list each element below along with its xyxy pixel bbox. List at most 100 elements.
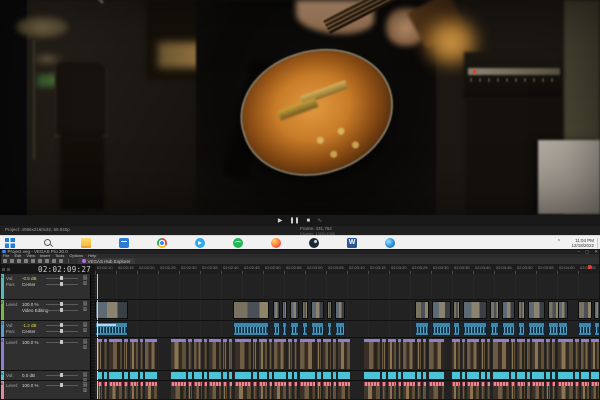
play-button[interactable]: ▶ bbox=[278, 218, 283, 224]
video-event[interactable] bbox=[398, 382, 401, 399]
audio-event[interactable] bbox=[518, 322, 525, 336]
video-event[interactable] bbox=[223, 339, 227, 369]
stop-button[interactable]: ■ bbox=[307, 218, 311, 224]
audio-event[interactable] bbox=[317, 372, 321, 379]
video-event[interactable] bbox=[487, 339, 490, 369]
audio-event[interactable] bbox=[171, 372, 186, 379]
audio-event[interactable] bbox=[575, 372, 579, 379]
audio-event[interactable] bbox=[140, 372, 143, 379]
video-event[interactable] bbox=[423, 339, 426, 369]
video-event[interactable] bbox=[145, 339, 157, 369]
audio-event[interactable] bbox=[233, 322, 269, 336]
video-event[interactable] bbox=[493, 339, 509, 369]
audio-event[interactable] bbox=[188, 372, 192, 379]
video-event[interactable] bbox=[140, 382, 143, 399]
video-event[interactable] bbox=[338, 339, 350, 369]
audio-event[interactable] bbox=[490, 322, 499, 336]
audio-event[interactable] bbox=[463, 322, 487, 336]
video-event[interactable] bbox=[130, 382, 138, 399]
copy-icon[interactable] bbox=[38, 259, 42, 263]
audio-event[interactable] bbox=[145, 372, 157, 379]
audio-event[interactable] bbox=[511, 372, 515, 379]
audio-event[interactable] bbox=[578, 322, 592, 336]
audio-event[interactable] bbox=[417, 372, 421, 379]
track-slider[interactable] bbox=[46, 304, 78, 305]
video-event[interactable] bbox=[259, 339, 267, 369]
audio-event[interactable] bbox=[382, 372, 386, 379]
video-event[interactable] bbox=[453, 301, 460, 319]
video-event[interactable] bbox=[417, 382, 421, 399]
firefox-icon[interactable] bbox=[271, 238, 281, 248]
file-explorer-icon[interactable] bbox=[81, 238, 91, 248]
audio-event[interactable] bbox=[302, 322, 308, 336]
telegram-icon[interactable] bbox=[195, 238, 205, 248]
video-event[interactable] bbox=[259, 382, 267, 399]
video-event[interactable] bbox=[382, 382, 386, 399]
video-event[interactable] bbox=[335, 301, 345, 319]
audio-event[interactable] bbox=[532, 372, 544, 379]
audio-event[interactable] bbox=[223, 372, 227, 379]
tray-chevron-icon[interactable]: ^ bbox=[558, 239, 560, 245]
video-event[interactable] bbox=[546, 382, 550, 399]
video-event[interactable] bbox=[194, 382, 202, 399]
playhead-cursor[interactable] bbox=[97, 274, 98, 299]
audio-event[interactable] bbox=[429, 372, 444, 379]
solo-button[interactable]: S bbox=[83, 307, 88, 312]
video-event[interactable] bbox=[253, 382, 257, 399]
edge-icon[interactable] bbox=[385, 238, 395, 248]
mute-button[interactable]: M bbox=[83, 275, 88, 280]
video-event[interactable] bbox=[517, 339, 525, 369]
audio-event[interactable] bbox=[552, 372, 555, 379]
video-event[interactable] bbox=[300, 339, 315, 369]
audio-event[interactable] bbox=[452, 372, 460, 379]
system-tray[interactable]: ^ bbox=[558, 239, 560, 245]
video-event[interactable] bbox=[594, 301, 600, 319]
video-event[interactable] bbox=[171, 382, 186, 399]
audio-event[interactable] bbox=[453, 322, 460, 336]
video-event[interactable] bbox=[481, 382, 485, 399]
timeline-marker-flag[interactable] bbox=[588, 265, 592, 269]
audio-event[interactable] bbox=[294, 372, 297, 379]
video-event[interactable] bbox=[171, 339, 186, 369]
ruler-option-icon[interactable] bbox=[2, 268, 5, 271]
video-event[interactable] bbox=[552, 382, 555, 399]
video-event[interactable] bbox=[288, 339, 292, 369]
mute-button[interactable]: M bbox=[83, 382, 88, 387]
video-event[interactable] bbox=[558, 339, 573, 369]
video-event[interactable] bbox=[528, 301, 545, 319]
pause-button[interactable]: ❚❚ bbox=[289, 218, 299, 224]
audio-event[interactable] bbox=[487, 372, 490, 379]
video-event[interactable] bbox=[269, 382, 272, 399]
video-event[interactable] bbox=[462, 339, 465, 369]
playhead-cursor[interactable] bbox=[97, 371, 98, 380]
track-slider[interactable] bbox=[46, 331, 78, 332]
video-event[interactable] bbox=[591, 382, 599, 399]
audio-event[interactable] bbox=[364, 372, 380, 379]
ruler-option-icon-2[interactable] bbox=[7, 268, 10, 271]
audio-event[interactable] bbox=[323, 372, 331, 379]
video-event[interactable] bbox=[558, 301, 568, 319]
video-event[interactable] bbox=[487, 382, 490, 399]
playhead-cursor[interactable] bbox=[97, 300, 98, 320]
track-slider[interactable] bbox=[46, 325, 78, 326]
video-event[interactable] bbox=[98, 339, 102, 369]
video-event[interactable] bbox=[229, 382, 232, 399]
video-event[interactable] bbox=[204, 382, 207, 399]
cut-icon[interactable] bbox=[31, 259, 35, 263]
video-event[interactable] bbox=[209, 382, 221, 399]
audio-event[interactable] bbox=[432, 322, 451, 336]
video-event[interactable] bbox=[552, 339, 555, 369]
video-event[interactable] bbox=[581, 339, 589, 369]
video-event[interactable] bbox=[274, 339, 286, 369]
audio-event[interactable] bbox=[253, 372, 257, 379]
video-event[interactable] bbox=[282, 301, 287, 319]
audio-event[interactable] bbox=[581, 372, 589, 379]
audio-event[interactable] bbox=[109, 372, 122, 379]
video-event[interactable] bbox=[532, 382, 544, 399]
project-properties-icon[interactable] bbox=[24, 259, 28, 263]
audio-event[interactable] bbox=[124, 372, 128, 379]
video-event[interactable] bbox=[317, 382, 321, 399]
solo-button[interactable]: S bbox=[83, 328, 88, 333]
video-event[interactable] bbox=[109, 382, 122, 399]
video-event[interactable] bbox=[338, 382, 350, 399]
